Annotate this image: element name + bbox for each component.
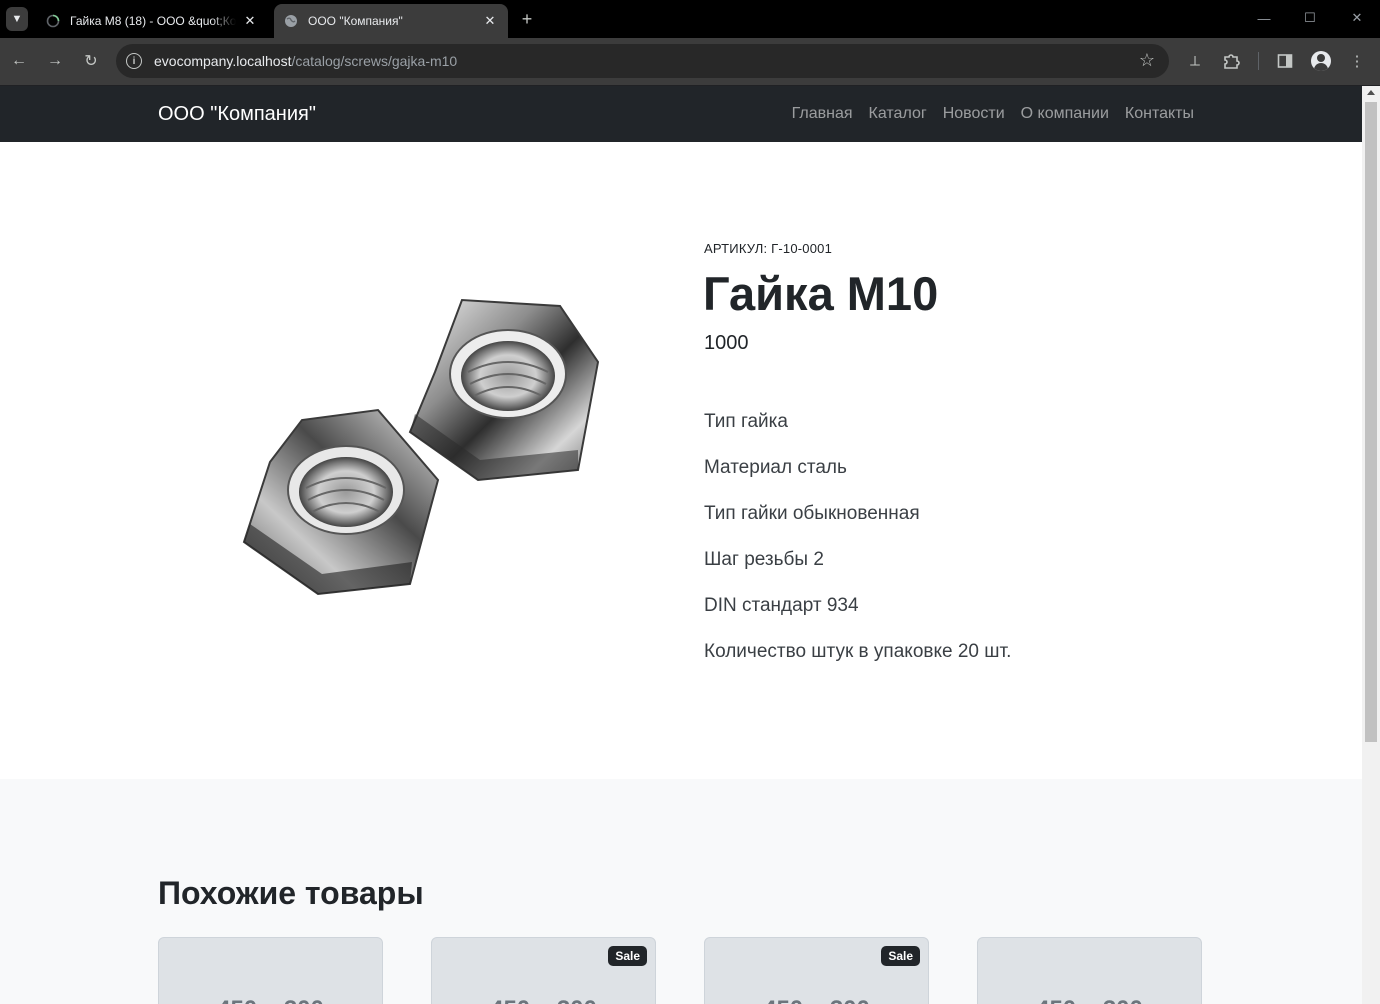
side-panel-icon [1277,54,1293,68]
extension-cast-button[interactable]: ⟂ [1184,50,1206,72]
image-placeholder: 450 x 300 [432,996,655,1004]
product-sku: АРТИКУЛ: Г-10-0001 [704,241,833,256]
spec-item: DIN стандарт 934 [704,595,859,616]
sale-badge: Sale [608,946,647,966]
related-products-section: Похожие товары 450 x 300 Sale 450 x 300 … [0,779,1362,1004]
minimize-icon: — [1257,10,1271,26]
product-title: Гайка M10 [703,267,939,320]
toolbar-divider [1258,52,1259,70]
reload-button[interactable]: ↻ [80,50,102,72]
product-price: 1000 [704,332,749,354]
url-text[interactable]: evocompany.localhost/catalog/screws/gajk… [154,53,457,69]
chevron-down-icon: ▼ [11,13,23,25]
product-image [242,298,600,596]
address-bar[interactable]: i evocompany.localhost/catalog/screws/ga… [116,44,1169,78]
related-card[interactable]: Sale 450 x 300 [431,937,656,1004]
product-specs: Тип гайка Материал сталь Тип гайки обыкн… [704,409,1011,685]
browser-toolbar: ← → ↻ i evocompany.localhost/catalog/scr… [0,38,1380,85]
site-brand[interactable]: ООО "Компания" [158,103,316,126]
tab-close-icon[interactable]: ✕ [482,13,498,29]
image-placeholder: 450 x 300 [159,996,382,1004]
new-tab-button[interactable]: + [517,8,537,30]
info-icon[interactable]: i [126,53,142,69]
browser-tab-bar: ▼ Гайка M8 (18) - ООО &quot;Компания&quo… [0,0,1380,38]
arrow-right-icon: → [47,52,63,69]
globe-icon [285,15,297,27]
main-menu: Главная Каталог Новости О компании Конта… [792,105,1194,123]
image-placeholder: 450 x 300 [978,996,1201,1004]
nav-link-catalog[interactable]: Каталог [869,105,927,123]
browser-tab-1[interactable]: Гайка M8 (18) - ООО &quot;Компания&quot;… [36,4,268,38]
maximize-icon: ☐ [1304,10,1316,25]
plus-icon: + [521,8,533,29]
loading-spinner-icon [46,14,60,28]
reload-icon: ↻ [84,53,98,70]
close-icon: ✕ [1351,10,1363,25]
url-path: /catalog/screws/gajka-m10 [291,53,458,69]
nav-link-news[interactable]: Новости [943,105,1005,123]
window-close-button[interactable]: ✕ [1345,8,1369,28]
extension-icon: ⟂ [1189,52,1200,70]
scrollbar-thumb[interactable] [1365,102,1377,742]
spec-item: Шаг резьбы 2 [704,549,824,570]
tab-close-icon[interactable]: ✕ [242,13,258,29]
forward-button[interactable]: → [44,50,66,72]
url-host: evocompany.localhost [154,53,292,69]
page-viewport: ООО "Компания" Главная Каталог Новости О… [0,86,1362,1004]
tab-title: ООО "Компания" [308,14,403,28]
back-button[interactable]: ← [8,50,30,72]
related-title: Похожие товары [158,875,424,911]
star-icon[interactable]: ☆ [1139,50,1155,71]
spec-item: Материал сталь [704,457,847,478]
related-card[interactable]: Sale 450 x 300 [704,937,929,1004]
browser-menu-button[interactable]: ⋮ [1346,50,1368,72]
extensions-button[interactable] [1220,50,1242,72]
page-scrollbar[interactable] [1362,86,1380,1004]
arrow-left-icon: ← [11,52,27,69]
spec-item: Тип гайка [704,411,788,432]
maximize-button[interactable]: ☐ [1298,8,1322,28]
tab-search-button[interactable]: ▼ [6,7,28,31]
nav-link-contacts[interactable]: Контакты [1125,105,1194,123]
minimize-button[interactable]: — [1252,8,1276,28]
related-card[interactable]: 450 x 300 [158,937,383,1004]
related-card[interactable]: 450 x 300 [977,937,1202,1004]
kebab-icon: ⋮ [1349,53,1365,70]
spec-item: Количество штук в упаковке 20 шт. [704,641,1012,662]
product-section: АРТИКУЛ: Г-10-0001 Гайка M10 1000 Тип га… [0,142,1362,779]
puzzle-icon [1224,54,1240,69]
browser-tab-2[interactable]: ООО "Компания" ✕ [274,4,508,38]
side-panel-button[interactable] [1274,50,1296,72]
tab-title: Гайка M8 (18) - ООО &quot;Компания&quot; [70,14,236,28]
nav-link-about[interactable]: О компании [1021,105,1109,123]
scroll-up-arrow-icon[interactable] [1367,90,1375,95]
site-navbar: ООО "Компания" Главная Каталог Новости О… [0,86,1362,142]
nav-link-home[interactable]: Главная [792,105,853,123]
image-placeholder: 450 x 300 [705,996,928,1004]
sale-badge: Sale [881,946,920,966]
spec-item: Тип гайки обыкновенная [704,503,920,524]
profile-icon[interactable] [1311,51,1331,71]
